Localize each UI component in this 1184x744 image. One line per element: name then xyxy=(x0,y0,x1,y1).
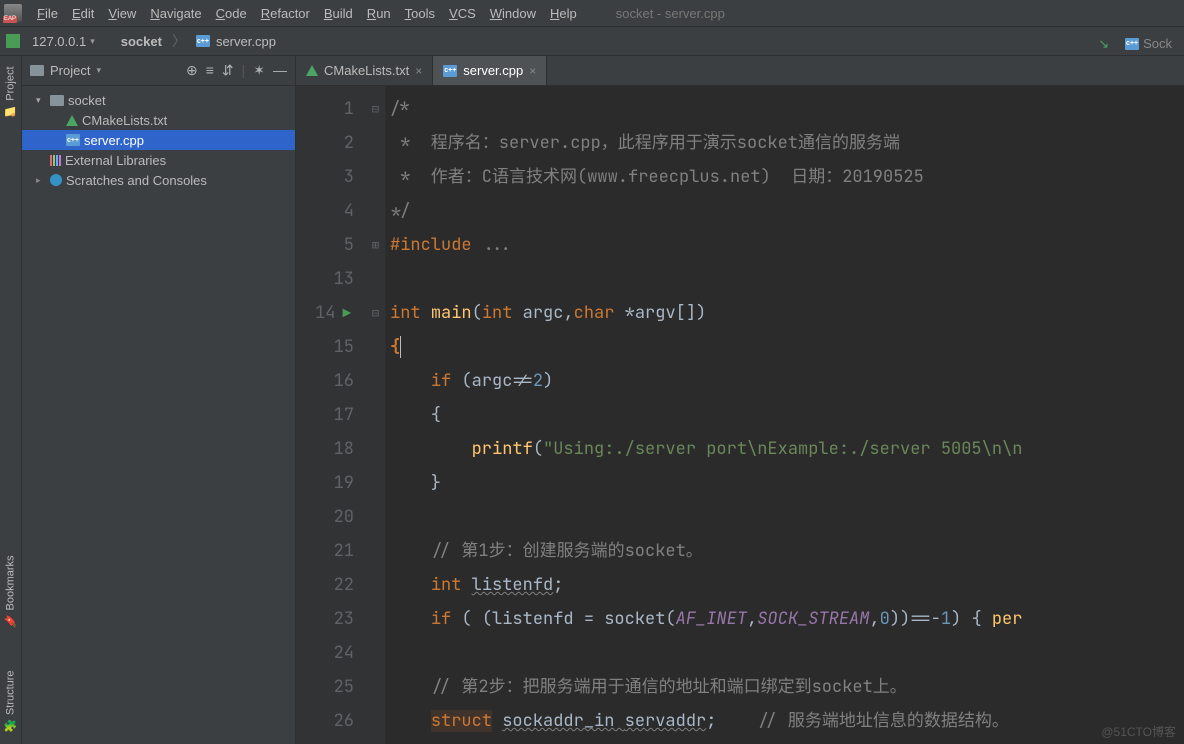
run-config-label: Sock xyxy=(1143,36,1172,51)
editor-tab-server-cpp[interactable]: c++ server.cpp × xyxy=(433,56,547,85)
menu-edit[interactable]: Edit xyxy=(65,4,101,23)
project-pane-title: Project xyxy=(50,63,90,78)
close-icon[interactable]: × xyxy=(529,64,536,78)
main-menubar: EAP FileEditViewNavigateCodeRefactorBuil… xyxy=(0,0,1184,26)
select-opened-icon[interactable]: ⊕ xyxy=(186,62,198,79)
fold-gutter[interactable]: ⊟⊞⊟ xyxy=(366,86,386,744)
tree-item-label: socket xyxy=(68,93,106,108)
menu-file[interactable]: File xyxy=(30,4,65,23)
window-title: socket - server.cpp xyxy=(616,6,725,21)
line-number-gutter: 123451314 ▶151617181920212223242526 xyxy=(296,86,366,744)
run-target-ip: 127.0.0.1 xyxy=(32,34,86,49)
stop-icon[interactable] xyxy=(6,34,20,48)
folder-icon xyxy=(50,95,64,106)
expand-all-icon[interactable]: ≡ xyxy=(206,62,214,79)
editor-tabs: CMakeLists.txt × c++ server.cpp × xyxy=(296,56,1184,86)
toolbar-right: ↘ c++ Sock xyxy=(1098,34,1178,53)
collapse-all-icon[interactable]: ⇵ xyxy=(222,62,234,79)
folder-icon xyxy=(30,65,44,76)
tree-item-scratches-and-consoles[interactable]: ▸Scratches and Consoles xyxy=(22,170,295,190)
cmake-icon xyxy=(66,115,78,126)
tab-label: CMakeLists.txt xyxy=(324,63,409,78)
app-icon: EAP xyxy=(4,4,22,22)
settings-icon[interactable]: ✶ xyxy=(253,62,265,79)
scratch-icon xyxy=(50,174,62,186)
cpp-file-icon: c++ xyxy=(196,35,210,47)
tab-label: server.cpp xyxy=(463,63,523,78)
tree-item-cmakelists-txt[interactable]: CMakeLists.txt xyxy=(22,110,295,130)
tree-item-label: CMakeLists.txt xyxy=(82,113,167,128)
tree-item-label: External Libraries xyxy=(65,153,166,168)
editor-tab-cmakelists-txt[interactable]: CMakeLists.txt × xyxy=(296,56,433,85)
left-tool-stripe: 📁Project 🔖Bookmarks 🧩Structure xyxy=(0,56,22,744)
editor-area: CMakeLists.txt × c++ server.cpp × 123451314 … xyxy=(296,56,1184,744)
chevron-down-icon[interactable]: ▾ xyxy=(96,65,101,76)
menu-navigate[interactable]: Navigate xyxy=(143,4,208,23)
run-target-selector[interactable]: 127.0.0.1 ▾ xyxy=(26,32,101,51)
menu-tools[interactable]: Tools xyxy=(398,4,442,23)
project-tree[interactable]: ▾socket CMakeLists.txtc++ server.cpp Extern… xyxy=(22,86,295,194)
code-content[interactable]: /* * 程序名：server.cpp，此程序用于演示socket通信的服务端 … xyxy=(386,86,1184,744)
menu-help[interactable]: Help xyxy=(543,4,584,23)
run-config-button[interactable]: c++ Sock xyxy=(1119,34,1178,53)
cpp-file-icon: c++ xyxy=(443,65,457,77)
tool-tab-project[interactable]: 📁Project xyxy=(2,60,19,124)
project-pane: Project ▾ ⊕ ≡ ⇵ | ✶ — ▾socketCMakeLists.… xyxy=(22,56,296,744)
tree-item-server-cpp[interactable]: c++ server.cpp xyxy=(22,130,295,150)
cpp-file-icon: c++ xyxy=(1125,38,1139,50)
menu-view[interactable]: View xyxy=(101,4,143,23)
tool-tab-bookmarks[interactable]: 🔖Bookmarks xyxy=(2,549,19,633)
watermark: @51CTO博客 xyxy=(1101,723,1176,740)
code-editor[interactable]: 123451314 ▶151617181920212223242526 ⊟⊞⊟ … xyxy=(296,86,1184,744)
menu-build[interactable]: Build xyxy=(317,4,360,23)
menu-vcs[interactable]: VCS xyxy=(442,4,483,23)
breadcrumb-project[interactable]: socket xyxy=(121,34,162,49)
tool-tab-structure[interactable]: 🧩Structure xyxy=(2,664,19,738)
breadcrumb-file[interactable]: server.cpp xyxy=(216,34,276,49)
tree-item-label: server.cpp xyxy=(84,133,144,148)
chevron-down-icon: ▾ xyxy=(90,36,95,47)
hide-pane-icon[interactable]: — xyxy=(273,62,287,79)
library-icon xyxy=(50,155,61,166)
hammer-icon[interactable]: ↘ xyxy=(1098,36,1109,52)
project-pane-header: Project ▾ ⊕ ≡ ⇵ | ✶ — xyxy=(22,56,295,86)
menu-refactor[interactable]: Refactor xyxy=(254,4,317,23)
menu-code[interactable]: Code xyxy=(209,4,254,23)
tree-item-label: Scratches and Consoles xyxy=(66,173,207,188)
divider: | xyxy=(242,62,246,79)
cmake-icon xyxy=(306,65,318,76)
breadcrumb-sep: 〉 xyxy=(172,31,186,51)
tree-item-external-libraries[interactable]: External Libraries xyxy=(22,150,295,170)
close-icon[interactable]: × xyxy=(415,64,422,78)
nav-toolbar: 127.0.0.1 ▾ socket 〉 c++ server.cpp xyxy=(0,26,1184,56)
cpp-file-icon: c++ xyxy=(66,134,80,146)
menu-run[interactable]: Run xyxy=(360,4,398,23)
menu-window[interactable]: Window xyxy=(483,4,543,23)
tree-item-socket[interactable]: ▾socket xyxy=(22,90,295,110)
